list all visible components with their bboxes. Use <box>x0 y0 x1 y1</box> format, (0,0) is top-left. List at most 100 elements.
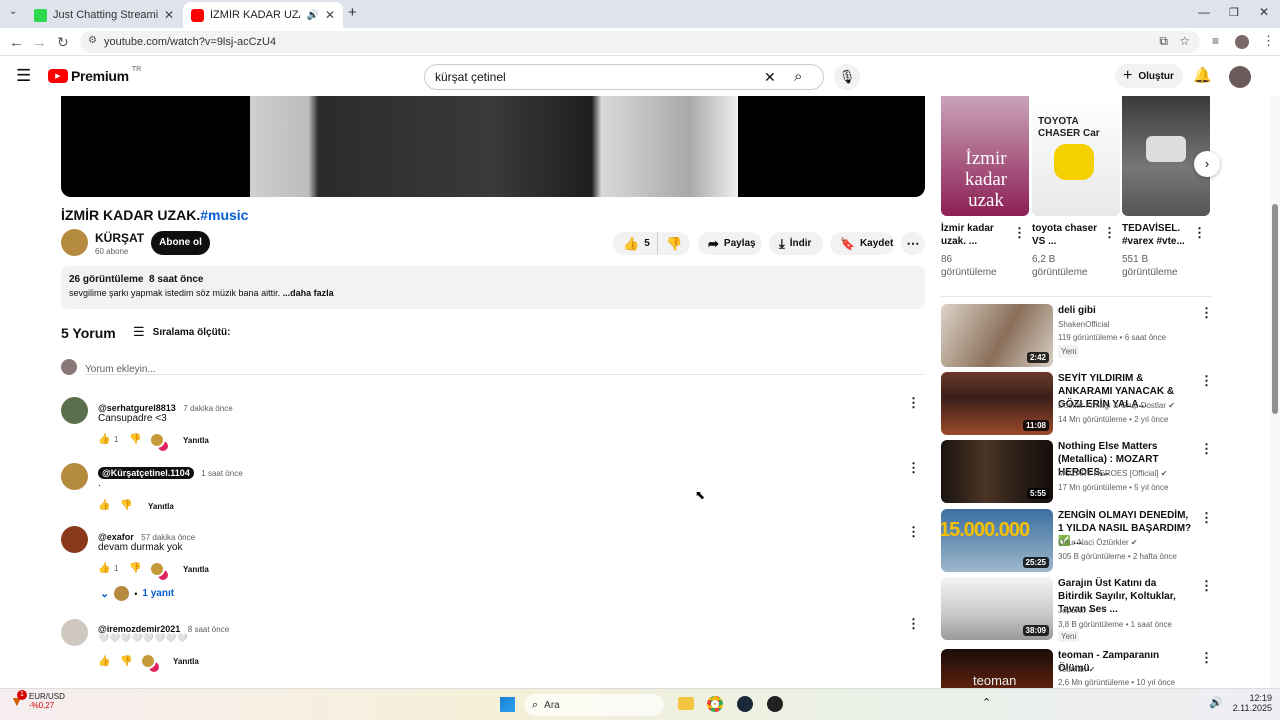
close-tab-icon[interactable]: ✕ <box>325 8 335 22</box>
commenter-avatar[interactable] <box>61 526 88 553</box>
clock[interactable]: 12:19 2.11.2025 <box>1232 693 1272 713</box>
back-arrow-icon[interactable]: ← <box>9 34 24 51</box>
restore-icon[interactable]: ❐ <box>1229 6 1239 19</box>
comment-time[interactable]: 8 saat önce <box>188 625 229 634</box>
video-channel[interactable]: Dostlar Konağı & Grup Dostlar ✔ <box>1058 399 1175 412</box>
comment-time[interactable]: 1 saat önce <box>201 469 242 478</box>
short-menu-icon[interactable]: ⋮ <box>1193 226 1206 239</box>
related-video[interactable]: 5:55 Nothing Else Matters (Metallica) : … <box>941 440 1213 503</box>
video-player[interactable] <box>61 96 925 197</box>
search-icon[interactable]: ⌕ <box>794 68 802 85</box>
tab-list-chevron-icon[interactable]: ⌄ <box>9 6 17 17</box>
dislike-button[interactable]: 👎 <box>657 232 690 255</box>
profile-avatar[interactable] <box>1235 35 1249 49</box>
commenter-avatar[interactable] <box>61 619 88 646</box>
new-tab-button[interactable]: + <box>348 4 357 21</box>
comment-author[interactable]: @serhatgurel8813 <box>98 403 176 413</box>
short-title[interactable]: toyota chaser VS ... <box>1032 222 1098 248</box>
short-title[interactable]: TEDAVİSEL. #varex #vte... <box>1122 222 1188 248</box>
page-scrollbar[interactable] <box>1271 96 1280 688</box>
volume-icon[interactable]: 🔊 <box>1209 696 1223 709</box>
video-menu-icon[interactable]: ⋮ <box>1200 579 1213 592</box>
audio-playing-icon[interactable]: 🔊 <box>306 10 318 21</box>
short-menu-icon[interactable]: ⋮ <box>1013 226 1026 239</box>
video-thumbnail[interactable]: 2:42 <box>941 304 1053 367</box>
clear-search-icon[interactable]: ✕ <box>764 69 776 86</box>
subscribe-button[interactable]: Abone ol <box>151 231 210 255</box>
share-button[interactable]: ➦ Paylaş <box>698 232 762 255</box>
comment-time[interactable]: 57 dakika önce <box>141 533 195 542</box>
file-explorer-icon[interactable] <box>678 697 694 710</box>
video-thumbnail[interactable]: 38:09 <box>941 577 1053 640</box>
scrollbar-thumb[interactable] <box>1272 204 1278 414</box>
comment-like-icon[interactable]: 👍 <box>98 434 110 445</box>
video-menu-icon[interactable]: ⋮ <box>1200 442 1213 455</box>
video-thumbnail[interactable]: 11:08 <box>941 372 1053 435</box>
stock-widget[interactable]: ▼ 1 EUR/USD -%0,27 <box>10 690 65 710</box>
comment-time[interactable]: 7 dakika önce <box>183 404 232 413</box>
more-actions-button[interactable]: ⋯ <box>901 232 925 255</box>
browser-menu-icon[interactable]: ⋮ <box>1262 33 1275 49</box>
comment-like-icon[interactable]: 👍 <box>98 656 110 667</box>
related-video[interactable]: 38:09 Garajın Üst Katını da Bitirdik Say… <box>941 577 1213 642</box>
create-button[interactable]: + Oluştur <box>1115 64 1183 88</box>
video-channel[interactable]: Onur Naci Öztürkler ✔ <box>1058 536 1138 549</box>
taskbar-search-box[interactable]: ⌕ Ara <box>524 694 664 716</box>
video-thumbnail[interactable]: 5:55 <box>941 440 1053 503</box>
video-title[interactable]: deli gibi <box>1058 304 1193 317</box>
comment-menu-icon[interactable]: ⋮ <box>907 396 920 409</box>
commenter-avatar[interactable] <box>61 463 88 490</box>
account-avatar[interactable] <box>1229 66 1251 88</box>
reply-button[interactable]: Yanıtla <box>173 657 199 666</box>
hamburger-menu-icon[interactable]: ☰ <box>16 66 31 86</box>
comment-author-badge[interactable]: @Kürşatçetinel.1104 <box>98 467 194 479</box>
related-video[interactable]: 2:42 deli gibi ShakenOfficial 119 görünt… <box>941 304 1213 367</box>
add-comment-input[interactable]: Yorum ekleyin... <box>85 359 925 375</box>
cast-icon[interactable]: ⧉ <box>1159 34 1168 49</box>
comment-dislike-icon[interactable]: 👎 <box>129 434 141 445</box>
related-video[interactable]: 15.000.000 25:25 ZENGİN OLMAYI DENEDİM, … <box>941 509 1213 572</box>
replies-toggle[interactable]: ⌄ • 1 yanıt <box>100 586 174 601</box>
video-hashtag-link[interactable]: #music <box>200 207 248 223</box>
comment-menu-icon[interactable]: ⋮ <box>907 525 920 538</box>
save-button[interactable]: 🔖 Kaydet <box>830 232 894 255</box>
minimize-icon[interactable]: — <box>1198 5 1210 19</box>
tray-chevron-icon[interactable]: ⌃ <box>982 696 991 709</box>
close-tab-icon[interactable]: ✕ <box>164 8 174 22</box>
video-menu-icon[interactable]: ⋮ <box>1200 306 1213 319</box>
video-channel[interactable]: MOZART HEROES [Official] ✔ <box>1058 467 1167 480</box>
comment-dislike-icon[interactable]: 👎 <box>129 563 141 574</box>
video-channel[interactable]: Teoman ✔ <box>1058 663 1095 676</box>
video-thumbnail[interactable]: teoman <box>941 649 1053 688</box>
short-menu-icon[interactable]: ⋮ <box>1103 226 1116 239</box>
comment-like-icon[interactable]: 👍 <box>98 563 110 574</box>
related-video[interactable]: 11:08 SEYİT YILDIRIM & ANKARAMI YANACAK … <box>941 372 1213 435</box>
search-box[interactable]: ✕ ⌕ <box>424 64 824 90</box>
reading-list-icon[interactable]: ≡ <box>1212 34 1219 48</box>
chrome-icon[interactable] <box>707 696 723 712</box>
sort-button[interactable]: ☰ Sıralama ölçütü: <box>133 324 230 340</box>
video-thumbnail[interactable]: 15.000.000 25:25 <box>941 509 1053 572</box>
next-chevron-icon[interactable]: › <box>1194 151 1220 177</box>
close-window-icon[interactable]: ✕ <box>1259 5 1269 19</box>
reload-icon[interactable]: ↻ <box>57 34 69 51</box>
search-input[interactable] <box>435 70 755 84</box>
comment-menu-icon[interactable]: ⋮ <box>907 617 920 630</box>
commenter-avatar[interactable] <box>61 397 88 424</box>
video-channel[interactable]: ShakenOfficial <box>1058 318 1109 331</box>
reply-button[interactable]: Yanıtla <box>183 436 209 445</box>
short-title[interactable]: İzmir kadar uzak. ... <box>941 222 1007 248</box>
short-thumbnail[interactable]: TOYOTA CHASER Car <box>1032 96 1120 216</box>
show-more-link[interactable]: ...daha fazla <box>283 288 334 298</box>
voice-search-button[interactable]: 🎙 <box>834 64 860 90</box>
youtube-premium-logo[interactable]: ▶ Premium TR <box>48 66 141 84</box>
app-icon[interactable] <box>767 696 783 712</box>
video-menu-icon[interactable]: ⋮ <box>1200 374 1213 387</box>
video-menu-icon[interactable]: ⋮ <box>1200 511 1213 524</box>
short-thumbnail[interactable]: İzmir kadar uzak <box>941 96 1029 216</box>
comment-author[interactable]: @exafor <box>98 532 134 542</box>
channel-name[interactable]: KÜRŞAT <box>95 231 144 245</box>
comment-menu-icon[interactable]: ⋮ <box>907 461 920 474</box>
site-info-icon[interactable]: ⚙ <box>88 35 97 46</box>
comment-dislike-icon[interactable]: 👎 <box>120 500 132 511</box>
